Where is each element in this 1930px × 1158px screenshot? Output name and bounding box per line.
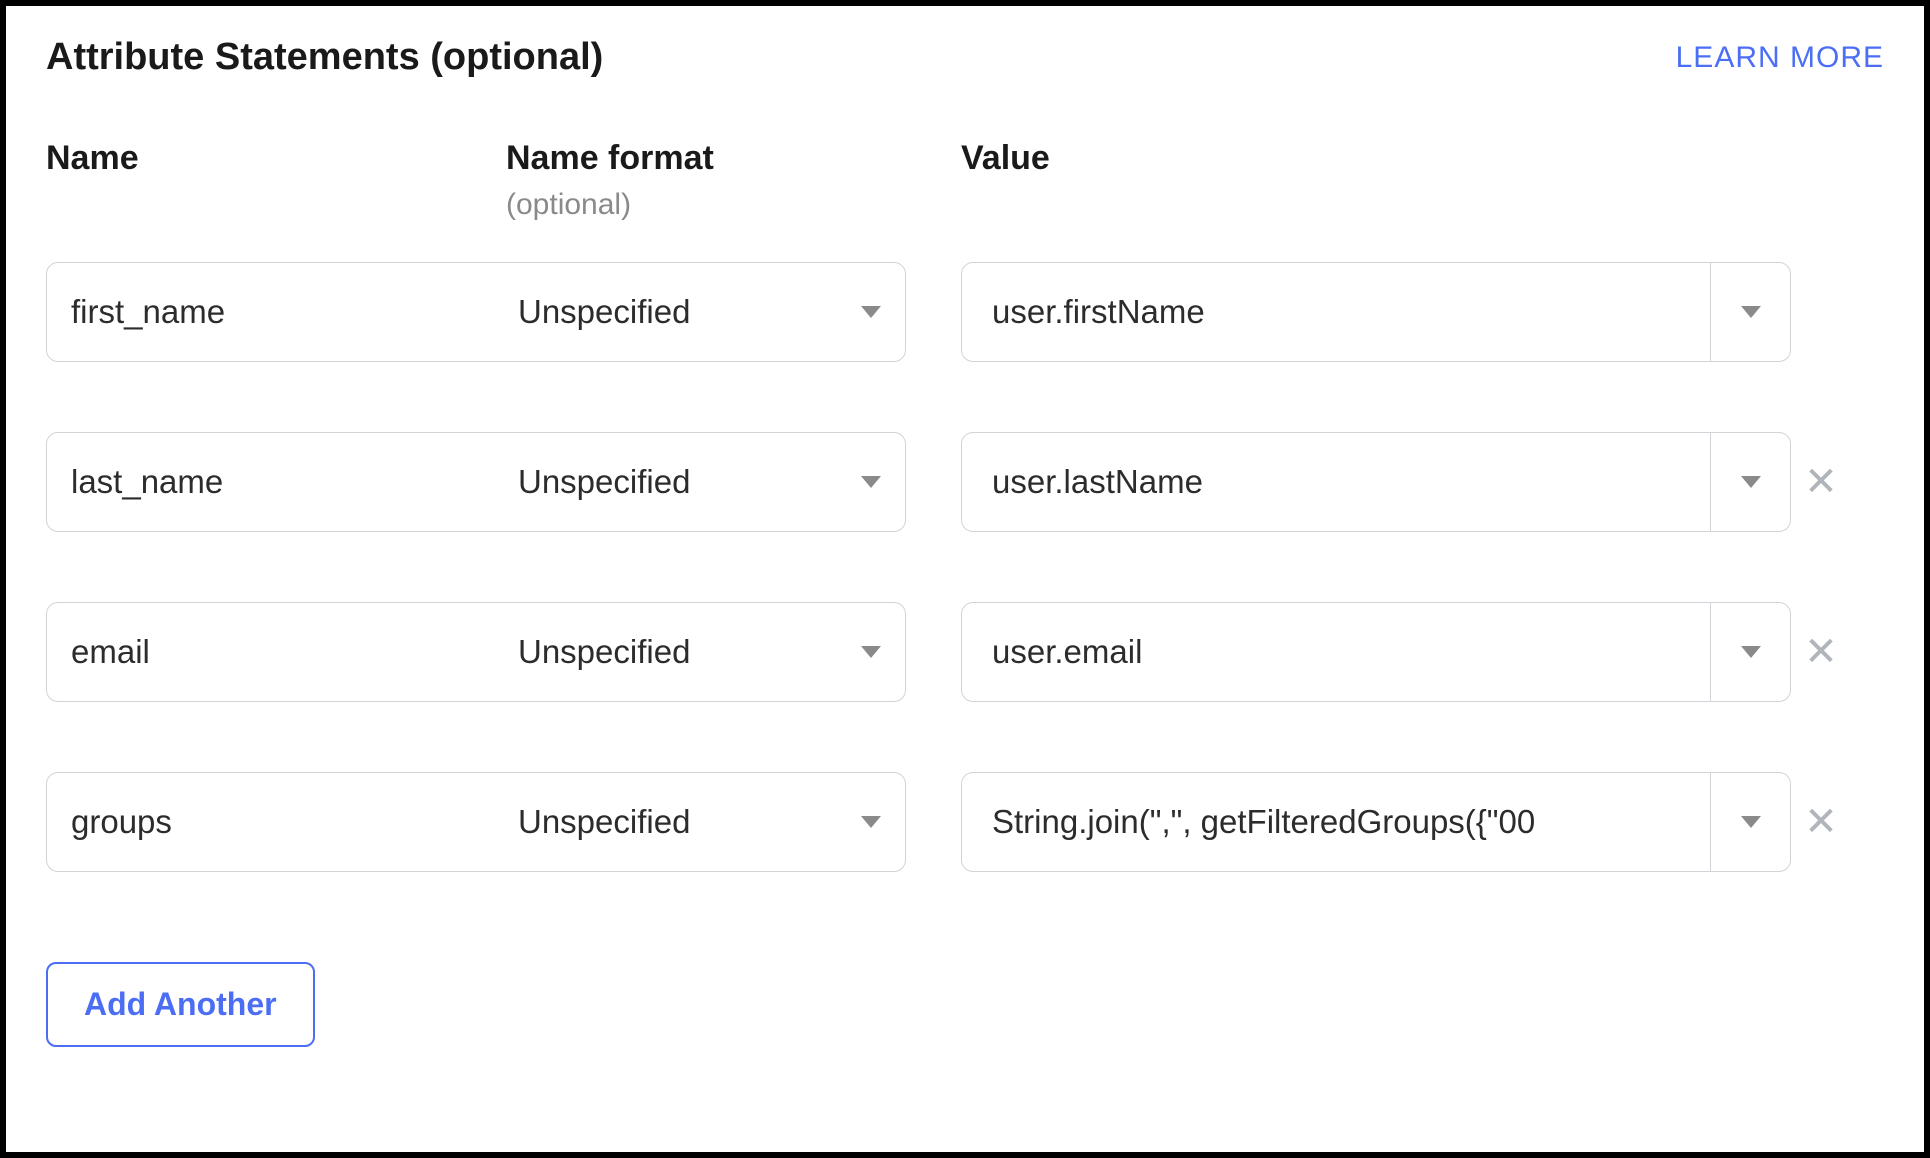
name-field: [46, 602, 506, 702]
remove-row-button[interactable]: ✕: [1791, 432, 1851, 532]
section-title: Attribute Statements (optional): [46, 36, 603, 79]
chevron-down-icon: [1741, 306, 1761, 318]
remove-row-button[interactable]: ✕: [1791, 602, 1851, 702]
close-icon: ✕: [1804, 629, 1838, 675]
name-input[interactable]: [47, 773, 506, 871]
value-dropdown-button[interactable]: [1710, 433, 1790, 531]
close-icon: ✕: [1804, 459, 1838, 505]
name-field: [46, 262, 506, 362]
value-column-header: Value: [961, 139, 1791, 222]
value-field: [961, 772, 1791, 872]
chevron-down-icon: [861, 816, 881, 828]
remove-row-button[interactable]: ✕: [1791, 772, 1851, 872]
attribute-row: Unspecified ✕: [46, 772, 1884, 872]
chevron-down-icon: [861, 306, 881, 318]
name-field: [46, 432, 506, 532]
format-column-header-block: Name format (optional): [506, 139, 906, 222]
name-column-header: Name: [46, 139, 506, 222]
chevron-down-icon: [1741, 816, 1761, 828]
value-dropdown-button[interactable]: [1710, 263, 1790, 361]
attribute-row: Unspecified ✕: [46, 432, 1884, 532]
column-headers: Name Name format (optional) Value: [46, 139, 1884, 222]
value-input[interactable]: [962, 263, 1710, 361]
value-input[interactable]: [962, 603, 1710, 701]
value-field: [961, 432, 1791, 532]
format-select[interactable]: Unspecified: [494, 262, 906, 362]
name-input[interactable]: [47, 433, 506, 531]
chevron-down-icon: [1741, 646, 1761, 658]
format-select[interactable]: Unspecified: [494, 772, 906, 872]
attribute-row: Unspecified ✕: [46, 602, 1884, 702]
format-column-subheader: (optional): [506, 188, 906, 222]
value-field: [961, 602, 1791, 702]
value-field: [961, 262, 1791, 362]
learn-more-link[interactable]: LEARN MORE: [1676, 41, 1884, 75]
format-value: Unspecified: [518, 803, 690, 841]
add-another-button[interactable]: Add Another: [46, 962, 315, 1047]
value-input[interactable]: [962, 773, 1710, 871]
format-select[interactable]: Unspecified: [494, 432, 906, 532]
chevron-down-icon: [1741, 476, 1761, 488]
attribute-statements-panel: Attribute Statements (optional) LEARN MO…: [0, 0, 1930, 1158]
value-dropdown-button[interactable]: [1710, 603, 1790, 701]
format-column-header: Name format: [506, 139, 906, 178]
close-icon: ✕: [1804, 799, 1838, 845]
name-input[interactable]: [47, 603, 506, 701]
name-field: [46, 772, 506, 872]
name-input[interactable]: [47, 263, 506, 361]
format-select[interactable]: Unspecified: [494, 602, 906, 702]
chevron-down-icon: [861, 476, 881, 488]
value-dropdown-button[interactable]: [1710, 773, 1790, 871]
chevron-down-icon: [861, 646, 881, 658]
section-header: Attribute Statements (optional) LEARN MO…: [46, 36, 1884, 79]
attribute-row: Unspecified: [46, 262, 1884, 362]
format-value: Unspecified: [518, 293, 690, 331]
value-input[interactable]: [962, 433, 1710, 531]
format-value: Unspecified: [518, 633, 690, 671]
format-value: Unspecified: [518, 463, 690, 501]
